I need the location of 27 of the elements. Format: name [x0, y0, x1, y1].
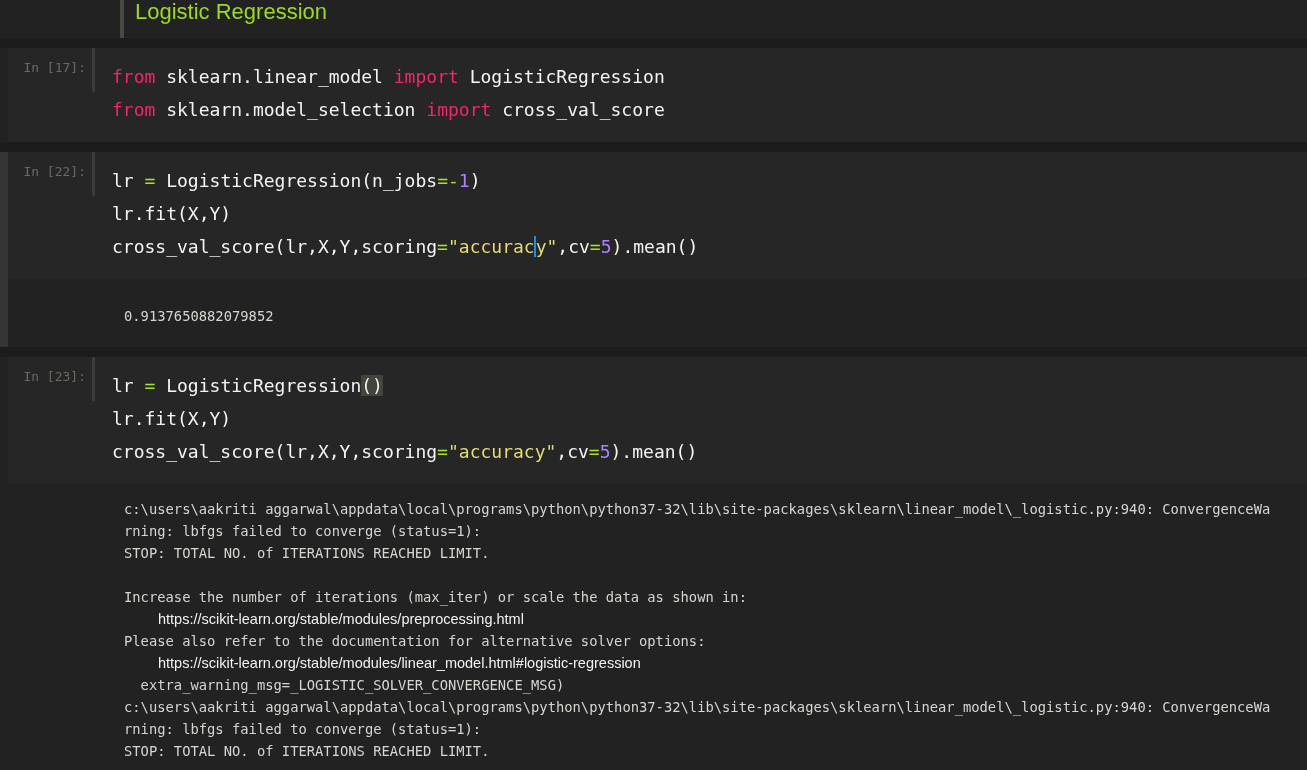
output-line: Increase the number of iterations (max_iter) or scale the data as shown in: [124, 588, 748, 608]
output-url: https://scikit-learn.org/stable/modules/linear_model.html#logistic-regression [157, 654, 642, 673]
output-line: rning: lbfgs failed to converge (status=1): [124, 522, 483, 541]
code-line: cross_val_score(lr,X,Y,scoring="accuracy",cv=5).mean() [112, 440, 698, 464]
section-heading: Logistic Regression [120, 0, 327, 38]
cell-prompt: In [17]: [23, 48, 95, 92]
output-line: STOP: TOTAL NO. of ITERATIONS REACHED LIMIT. [124, 544, 491, 563]
output-line: c:\users\aakriti aggarwal\appdata\local\programs\python\python37-32\lib\site-packages\sklearn\linear_model\_logistic.py:940: ConvergenceWa [124, 500, 1272, 520]
code-line: cross_val_score(lr,X,Y,scoring="accurac y",cv=5).mean() [112, 235, 699, 259]
output-result: 0.9137650882079852 [124, 307, 275, 326]
code-line: from sklearn.model_selection import cross_val_score [112, 98, 665, 122]
code-line: lr = LogisticRegression() [112, 374, 384, 398]
code-line: lr.fit(X,Y) [112, 202, 233, 226]
code-line: from sklearn.linear_model import LogisticRegression [112, 65, 665, 89]
output-line: STOP: TOTAL NO. of ITERATIONS REACHED LIMIT. [124, 742, 491, 761]
notebook-cell[interactable] [0, 357, 1307, 770]
cell-prompt: In [23]: [23, 357, 95, 401]
cell-prompt: In [22]: [23, 152, 95, 196]
output-line: c:\users\aakriti aggarwal\appdata\local\programs\python\python37-32\lib\site-packages\sklearn\linear_model\_logistic.py:940: ConvergenceWa [124, 698, 1272, 718]
output-line: extra_warning_msg=_LOGISTIC_SOLVER_CONVERGENCE_MSG) [139, 676, 566, 696]
code-line: lr = LogisticRegression(n_jobs=-1) [112, 169, 482, 193]
output-line: Please also refer to the documentation for alternative solver options: [124, 632, 707, 651]
notebook-cell[interactable]: In [17]: from sklearn.linear_model import LogisticRegression from sklearn.model_selection import cross_val_score [0, 48, 1307, 142]
output-line: rning: lbfgs failed to converge (status=1): [124, 720, 483, 739]
output-url: https://scikit-learn.org/stable/modules/preprocessing.html [157, 610, 525, 629]
code-line: lr.fit(X,Y) [112, 407, 233, 431]
notebook-cell[interactable]: In [22]: lr = LogisticRegression(n_jobs=-1) lr.fit(X,Y) cross_val_score(lr,X,Y,scoring="accurac y",cv=5).mean() 0.9137650882079852 [0, 152, 1307, 347]
